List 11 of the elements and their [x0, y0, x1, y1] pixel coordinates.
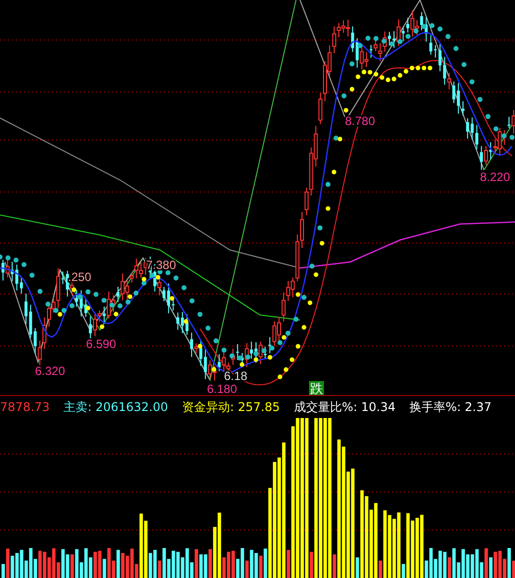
price-label: 8.220 [480, 170, 510, 184]
signal-badge: 跌 [309, 381, 324, 395]
indicator-value: 成交量比%: 10.34 [294, 400, 396, 414]
price-label: 6.320 [35, 364, 66, 378]
price-label: .250 [68, 270, 92, 284]
price-label: 6.180 [207, 382, 238, 395]
indicator-value: 换手率%: 2.37 [410, 400, 492, 414]
indicator-value: 7878.73 [0, 400, 50, 414]
indicator-value: 主卖: 2061632.00 [64, 400, 168, 414]
indicator-value: 资金异动: 257.85 [182, 400, 280, 414]
price-label: 6.590 [86, 337, 116, 351]
